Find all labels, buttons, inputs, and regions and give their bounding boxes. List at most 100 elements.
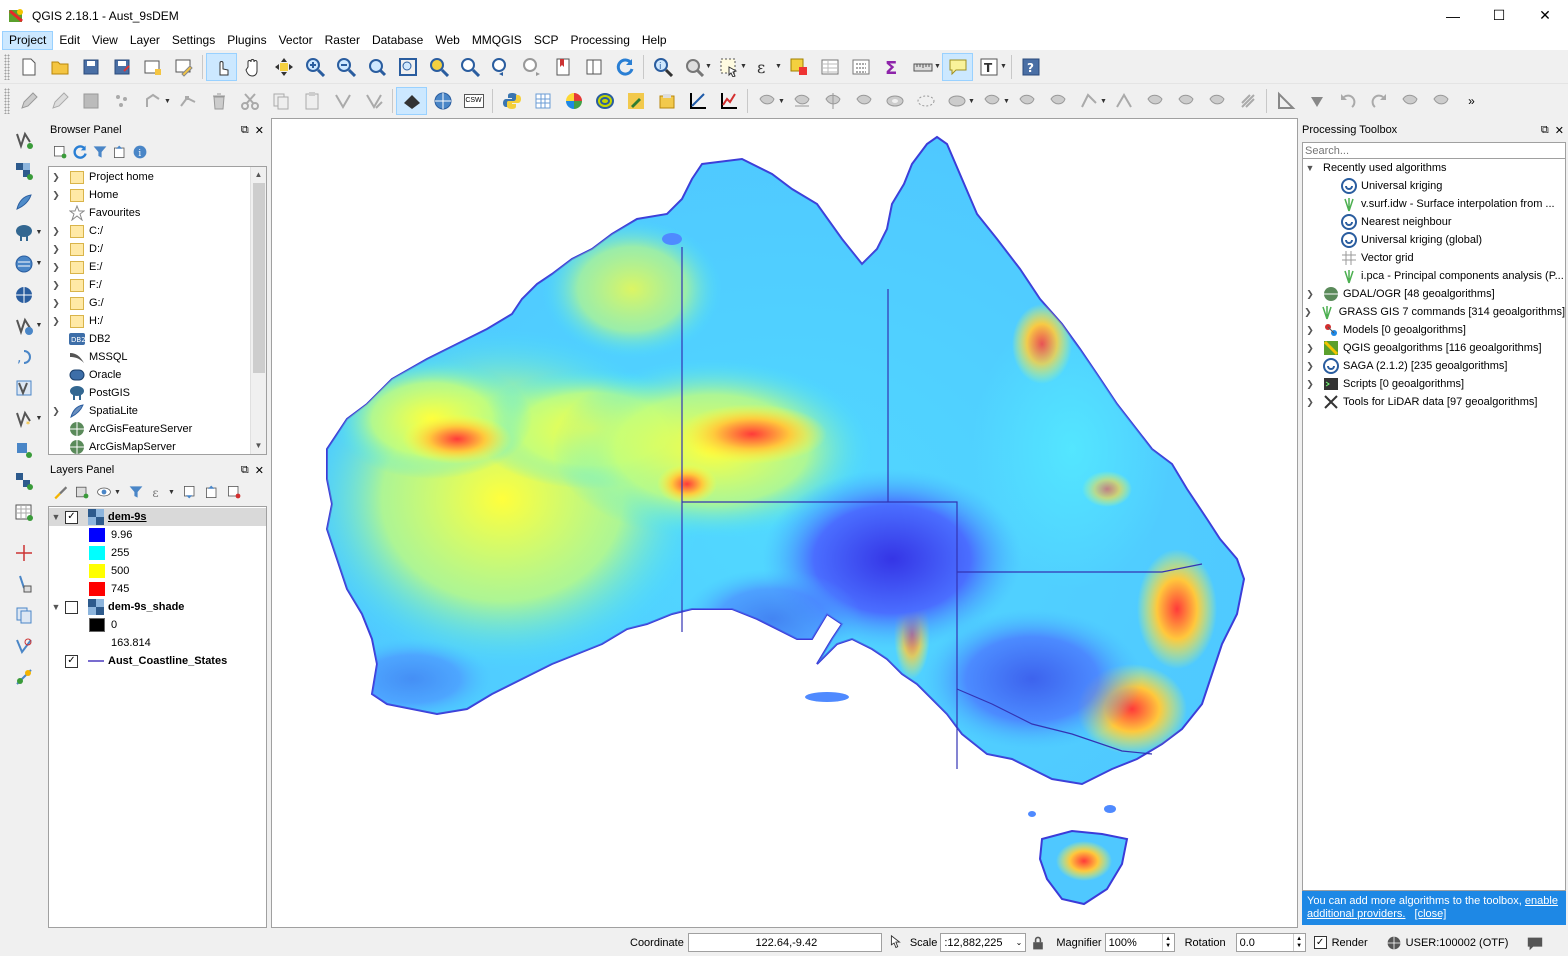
expand-arrow-icon[interactable]: ❯ [49,280,63,291]
magnifier-spinbox[interactable]: 100% ▲ ▼ [1104,933,1175,952]
provider-group[interactable]: ❯ Tools for LiDAR data [97 geoalgorithms] [1303,393,1565,411]
layer-visibility-checkbox[interactable]: ✓ [65,510,78,524]
toggle-extents-mouse-icon[interactable] [886,934,904,952]
close-info-link[interactable]: [close] [1415,908,1447,920]
spin-arrows-icon[interactable]: ▲ ▼ [1292,934,1305,951]
add-vector-layer-button[interactable] [6,124,42,155]
crs-globe-icon[interactable] [1386,935,1402,951]
menu-mmqgis[interactable]: MMQGIS [466,31,528,50]
browser-item[interactable]: Oracle [49,366,266,384]
add-virtual-layer-button[interactable] [6,372,42,403]
provider-group[interactable]: ❯ SAGA (2.1.2) [235 geoalgorithms] [1303,357,1565,375]
layer-visibility-checkbox[interactable]: ✓ [65,654,78,668]
help-button[interactable]: ? [1015,53,1046,81]
expand-arrow-icon[interactable]: ▼ [49,512,63,522]
provider-group[interactable]: ❯ Models [0 geoalgorithms] [1303,321,1565,339]
advanced-edit-12-button[interactable] [1108,87,1139,115]
menu-web[interactable]: Web [429,31,465,50]
chevron-down-icon[interactable]: ▼ [36,322,44,329]
open-attribute-table-button[interactable] [814,53,845,81]
expand-arrow-icon[interactable]: ❯ [1303,379,1317,390]
properties-info-icon[interactable]: i [132,144,148,160]
expand-arrow-icon[interactable]: ❯ [1303,397,1317,408]
menu-edit[interactable]: Edit [53,31,86,50]
browser-item[interactable]: MSSQL [49,348,266,366]
grid-plugin-button[interactable] [527,87,558,115]
advanced-edit-2-button[interactable] [786,87,817,115]
browser-item[interactable]: ArcGisMapServer [49,438,266,454]
save-layer-edits-button[interactable] [75,87,106,115]
layer-visibility-checkbox[interactable] [65,600,78,614]
recent-algorithm-item[interactable]: Universal kriging (global) [1303,231,1565,249]
browser-item[interactable]: ❯ D:/ [49,240,266,258]
layer-row-dem[interactable]: ▼ ✓ dem-9s [49,508,266,526]
browser-item[interactable]: ❯ SpatiaLite [49,402,266,420]
chevron-down-icon[interactable]: ▼ [740,63,748,70]
advanced-edit-4-button[interactable] [848,87,879,115]
browser-item[interactable]: ArcGisFeatureServer [49,420,266,438]
menu-vector[interactable]: Vector [273,31,319,50]
chevron-down-icon[interactable]: ▼ [1000,63,1008,70]
processing-search-input[interactable] [1302,142,1566,159]
touch-zoom-pan-button[interactable] [206,52,237,81]
add-spatialite-layer-button[interactable] [6,186,42,217]
chevron-down-icon[interactable]: ▼ [778,98,786,105]
maximize-button[interactable]: ☐ [1476,0,1522,31]
composer-manager-button[interactable] [168,53,199,81]
chevron-down-icon[interactable]: ⌄ [1016,938,1026,947]
filter-expression-icon[interactable]: ε [150,484,166,500]
color-wheel-button[interactable] [558,87,589,115]
menu-raster[interactable]: Raster [319,31,366,50]
chevron-down-icon[interactable]: ▼ [1003,98,1011,105]
browser-scrollbar[interactable]: ▲ ▼ [250,167,266,454]
browser-item[interactable]: ❯ G:/ [49,294,266,312]
float-panel-icon[interactable]: ⧉ [241,464,249,477]
expand-arrow-icon[interactable]: ❯ [1303,289,1317,300]
provider-group[interactable]: ❯ QGIS geoalgorithms [116 geoalgorithms] [1303,339,1565,357]
pan-to-selection-button[interactable] [268,53,299,81]
provider-group[interactable]: ❯ GRASS GIS 7 commands [314 geoalgorithms… [1303,303,1565,321]
plugin-green-button[interactable] [620,87,651,115]
scroll-up-icon[interactable]: ▲ [251,167,266,183]
advanced-edit-15-button[interactable] [1201,87,1232,115]
chevron-down-icon[interactable]: ▼ [705,63,713,70]
chevron-down-icon[interactable]: ▼ [114,489,122,496]
expand-arrow-icon[interactable]: ❯ [49,316,63,327]
digitize-tool-4-button[interactable] [6,630,42,661]
deselect-features-button[interactable] [783,53,814,81]
browser-item[interactable]: Favourites [49,204,266,222]
map-tips-button[interactable] [942,52,973,81]
filter-icon[interactable] [92,144,108,160]
new-shapefile-button[interactable]: * ▼ [6,403,42,434]
identify-features-button[interactable]: i [647,53,678,81]
expand-arrow-icon[interactable]: ▼ [1303,163,1317,173]
expand-all-icon[interactable] [182,484,198,500]
add-feature-button[interactable] [106,87,137,115]
zoom-to-selection-button[interactable] [423,53,454,81]
browser-item[interactable]: ❯ F:/ [49,276,266,294]
browser-item[interactable]: ❯ H:/ [49,312,266,330]
zoom-out-button[interactable] [330,53,361,81]
node-tool-button[interactable] [172,87,203,115]
provider-group[interactable]: ❯ GDAL/OGR [48 geoalgorithms] [1303,285,1565,303]
label-tool-3-button[interactable] [1394,87,1425,115]
browser-item[interactable]: ❯ Project home [49,168,266,186]
chevron-down-icon[interactable]: ▼ [36,229,44,236]
recent-algorithms-group[interactable]: ▼ Recently used algorithms [1303,159,1565,177]
minimize-button[interactable]: — [1430,0,1476,31]
copy-features-button[interactable] [265,87,296,115]
scrollbar-thumb[interactable] [253,183,265,373]
expand-arrow-icon[interactable]: ❯ [49,172,63,183]
zoom-full-button[interactable] [392,53,423,81]
browser-item[interactable]: ❯ C:/ [49,222,266,240]
advanced-edit-14-button[interactable] [1170,87,1201,115]
chevron-down-icon[interactable]: ▼ [164,98,172,105]
menu-scp[interactable]: SCP [528,31,565,50]
scale-combobox[interactable]: :12,882,225 ⌄ [940,933,1027,952]
advanced-edit-3-button[interactable] [817,87,848,115]
recent-algorithm-item[interactable]: Vector grid [1303,249,1565,267]
expand-arrow-icon[interactable]: ❯ [1303,361,1317,372]
remove-layer-icon[interactable] [226,484,242,500]
expand-arrow-icon[interactable]: ▼ [49,602,63,612]
metasearch-button[interactable] [396,87,427,115]
